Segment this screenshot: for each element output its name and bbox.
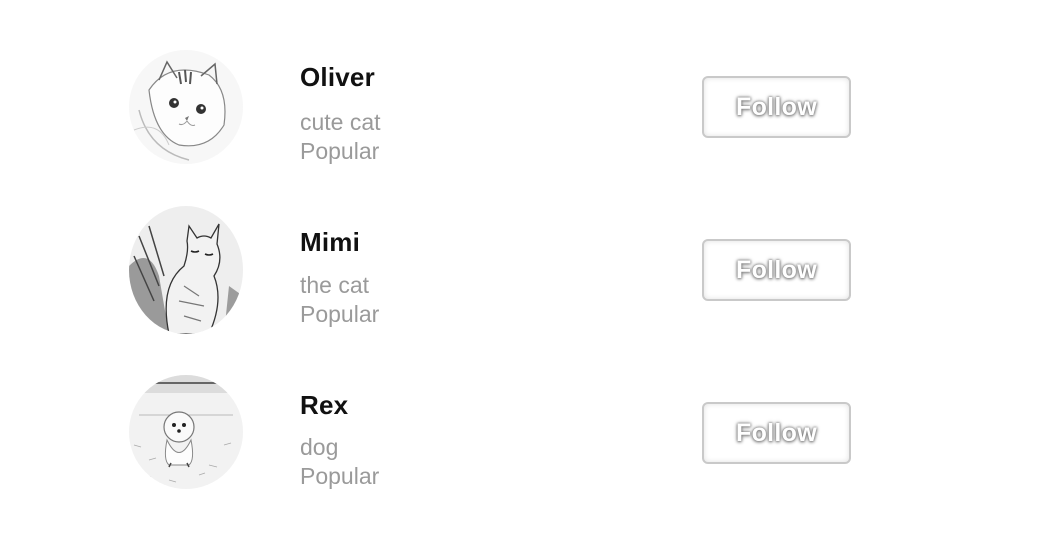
user-description: the cat Popular	[300, 271, 379, 329]
popular-badge: Popular	[300, 463, 380, 489]
user-subtitle: the cat	[300, 272, 370, 298]
follow-button-oliver[interactable]: Follow	[702, 76, 851, 138]
fluffy-dog-icon	[129, 375, 243, 489]
popular-badge: Popular	[300, 301, 380, 327]
follow-button-label: Follow	[736, 92, 817, 121]
user-row-oliver: Oliver cute cat Popular Follow	[0, 50, 1042, 190]
kitten-face-icon	[129, 50, 243, 164]
sitting-cat-icon	[129, 206, 243, 334]
follow-button-label: Follow	[736, 255, 817, 284]
user-subtitle: cute cat	[300, 109, 381, 135]
user-list: Oliver cute cat Popular Follow Mimi the …	[0, 0, 1042, 557]
follow-button-mimi[interactable]: Follow	[702, 239, 851, 301]
user-name[interactable]: Mimi	[300, 227, 360, 258]
user-description: cute cat Popular	[300, 108, 381, 166]
user-description: dog Popular	[300, 433, 379, 491]
popular-badge: Popular	[300, 138, 380, 164]
user-row-rex: Rex dog Popular Follow	[0, 375, 1042, 515]
avatar-rex[interactable]	[129, 375, 243, 489]
follow-button-label: Follow	[736, 418, 817, 447]
user-name[interactable]: Oliver	[300, 62, 375, 93]
user-subtitle: dog	[300, 434, 339, 460]
avatar-mimi[interactable]	[129, 206, 243, 334]
user-row-mimi: Mimi the cat Popular Follow	[0, 206, 1042, 346]
user-name[interactable]: Rex	[300, 390, 348, 421]
avatar-oliver[interactable]	[129, 50, 243, 164]
follow-button-rex[interactable]: Follow	[702, 402, 851, 464]
